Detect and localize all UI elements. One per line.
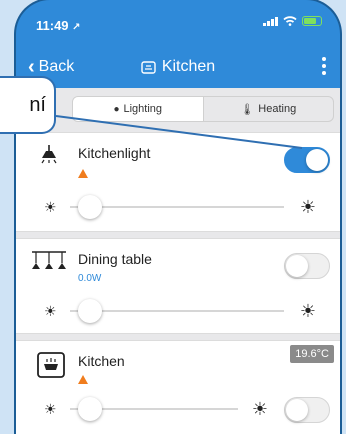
temperature-badge: 19.6°C bbox=[290, 345, 334, 363]
toggle-dining-table[interactable] bbox=[284, 253, 330, 279]
signal-icon bbox=[263, 16, 278, 26]
slider-thumb[interactable] bbox=[78, 299, 102, 323]
slider-thumb[interactable] bbox=[78, 195, 102, 219]
device-card-kitchenlight: Kitchenlight ☀ ☀ bbox=[16, 132, 340, 232]
device-name: Kitchenlight bbox=[78, 145, 151, 161]
sun-large-icon: ☀ bbox=[299, 197, 316, 217]
page-title: Kitchen bbox=[16, 58, 340, 76]
brightness-slider[interactable]: ☀ ☀ bbox=[44, 299, 324, 323]
power-readout: 0.0W bbox=[78, 273, 102, 284]
device-card-dining-table: Dining table 0.0W ☀ ☀ bbox=[16, 238, 340, 334]
wifi-icon bbox=[283, 16, 297, 26]
phone-screen: 11:49 ↗ ‹ Back Kitchen ● Lighting 🌡︎ Hea… bbox=[16, 0, 340, 434]
room-icon bbox=[141, 60, 156, 74]
warning-icon bbox=[78, 169, 88, 178]
slider-thumb[interactable] bbox=[78, 397, 102, 421]
toggle-kitchen[interactable] bbox=[284, 397, 330, 423]
battery-icon bbox=[302, 16, 322, 26]
warning-icon bbox=[78, 375, 88, 384]
ceiling-lamp-icon bbox=[41, 145, 57, 164]
more-menu-icon[interactable] bbox=[322, 57, 326, 75]
nav-bar: ‹ Back Kitchen bbox=[16, 48, 340, 88]
category-segment: ● Lighting 🌡︎ Heating bbox=[72, 96, 334, 122]
sun-small-icon: ☀ bbox=[44, 303, 57, 319]
status-icons bbox=[263, 16, 322, 26]
device-name: Dining table bbox=[78, 251, 152, 267]
thermometer-icon: 🌡︎ bbox=[240, 103, 255, 116]
sun-large-icon: ☀ bbox=[299, 301, 316, 321]
brightness-slider[interactable]: ☀ ☀ bbox=[44, 195, 324, 219]
device-card-kitchen: Kitchen 19.6°C ☀ ☀ bbox=[16, 340, 340, 434]
toggle-kitchenlight[interactable] bbox=[284, 147, 330, 173]
tab-lighting[interactable]: ● Lighting bbox=[73, 97, 204, 121]
pendant-lamps-icon bbox=[32, 251, 66, 269]
callout-box: ní bbox=[0, 76, 56, 134]
status-time: 11:49 ↗ bbox=[36, 18, 81, 33]
stove-icon bbox=[37, 352, 65, 378]
sun-small-icon: ☀ bbox=[44, 401, 57, 417]
device-name: Kitchen bbox=[78, 353, 125, 369]
sun-large-icon: ☀ bbox=[251, 399, 268, 419]
status-bar: 11:49 ↗ bbox=[16, 0, 340, 46]
bulb-icon: ● bbox=[113, 103, 120, 115]
brightness-slider[interactable]: ☀ ☀ bbox=[44, 397, 268, 421]
tab-heating[interactable]: 🌡︎ Heating bbox=[204, 97, 334, 121]
sun-small-icon: ☀ bbox=[44, 199, 57, 215]
device-list: ● Lighting 🌡︎ Heating Kitchenlight ☀ ☀ D… bbox=[16, 88, 340, 434]
